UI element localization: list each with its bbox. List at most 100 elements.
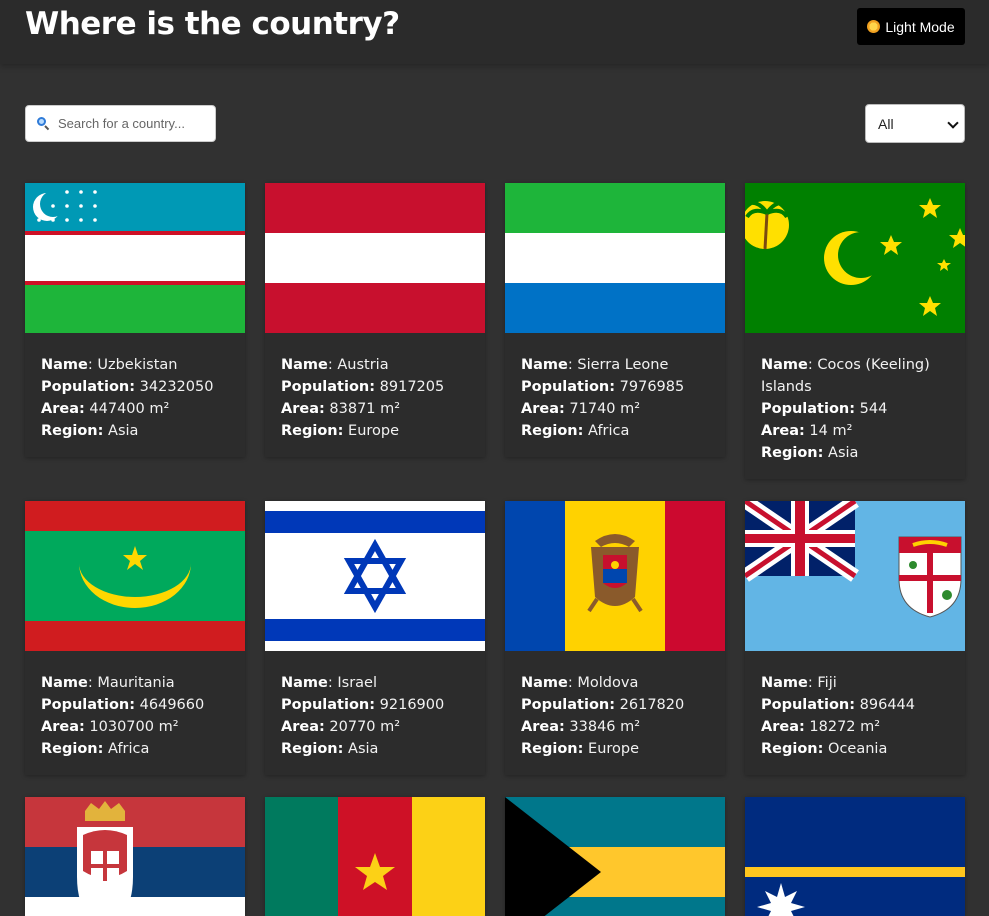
uzbekistan-flag-icon [25,183,245,333]
country-area: 33846 m² [569,719,641,735]
country-population: 896444 [859,697,915,713]
country-region: Asia [348,741,379,757]
country-card[interactable] [745,797,965,916]
area-label: Area: [41,719,85,735]
country-population: 4649660 [139,697,205,713]
region-label: Region: [761,741,824,757]
name-label: Name [761,675,808,691]
population-label: Population: [41,379,136,395]
search-icon [37,117,50,130]
region-label: Region: [761,445,824,461]
country-info: Name: Mauritania Population: 4649660 Are… [41,675,205,757]
country-name: Uzbekistan [97,357,178,373]
region-filter-value: All [878,115,894,132]
country-area: 18272 m² [809,719,881,735]
mauritania-flag-icon [25,501,245,651]
population-label: Population: [41,697,136,713]
name-label: Name [281,675,328,691]
country-population: 7976985 [619,379,685,395]
country-region: Africa [588,423,630,439]
country-card[interactable]: Name: Israel Population: 9216900 Area: 2… [265,501,485,775]
country-area: 71740 m² [569,401,641,417]
country-info: Name: Fiji Population: 896444 Area: 1827… [761,675,915,757]
country-area: 83871 m² [329,401,401,417]
region-label: Region: [281,423,344,439]
country-info: Name: Moldova Population: 2617820 Area: … [521,675,685,757]
country-region: Europe [588,741,640,757]
region-label: Region: [281,741,344,757]
country-info: Name: Uzbekistan Population: 34232050 Ar… [41,357,214,439]
country-name: Austria [337,357,389,373]
moldova-flag-icon [505,501,725,651]
country-area: 14 m² [809,423,853,439]
population-label: Population: [761,697,856,713]
name-label: Name [521,357,568,373]
country-card[interactable]: Name: Sierra Leone Population: 7976985 A… [505,183,725,457]
country-info: Name: Sierra Leone Population: 7976985 A… [521,357,685,439]
sun-icon [867,20,881,33]
area-label: Area: [521,719,565,735]
country-card[interactable] [265,797,485,916]
area-label: Area: [41,401,85,417]
country-area: 447400 m² [89,401,170,417]
region-filter-select[interactable]: All [865,104,965,143]
population-label: Population: [761,401,856,417]
area-label: Area: [281,719,325,735]
cameroon-flag-icon [265,797,485,916]
region-label: Region: [41,741,104,757]
israel-flag-icon [265,501,485,651]
nauru-flag-icon [745,797,965,916]
app-header: Where is the country? Light Mode [0,0,989,64]
country-card[interactable]: Name: Fiji Population: 896444 Area: 1827… [745,501,965,775]
country-region: Europe [348,423,400,439]
region-label: Region: [41,423,104,439]
country-card[interactable]: Name: Moldova Population: 2617820 Area: … [505,501,725,775]
region-label: Region: [521,741,584,757]
country-name: Moldova [577,675,639,691]
austria-flag-icon [265,183,485,333]
area-label: Area: [281,401,325,417]
country-population: 544 [859,401,888,417]
search-box[interactable] [25,105,216,142]
country-region: Oceania [828,741,888,757]
fiji-flag-icon [745,501,965,651]
population-label: Population: [521,697,616,713]
country-info: Name: Cocos (Keeling) Islands Population… [761,357,930,461]
country-region: Asia [108,423,139,439]
serbia-flag-icon [25,797,245,916]
country-region: Asia [828,445,859,461]
cocos-keeling-islands-flag-icon [745,183,965,333]
population-label: Population: [281,697,376,713]
name-label: Name [41,675,88,691]
country-card[interactable]: Name: Austria Population: 8917205 Area: … [265,183,485,457]
country-card[interactable]: Name: Cocos (Keeling) Islands Population… [745,183,965,479]
country-name: Fiji [817,675,837,691]
area-label: Area: [521,401,565,417]
country-area: 1030700 m² [89,719,179,735]
country-population: 34232050 [139,379,214,395]
country-card[interactable]: Name: Mauritania Population: 4649660 Are… [25,501,245,775]
population-label: Population: [281,379,376,395]
country-population: 9216900 [379,697,445,713]
country-card[interactable] [25,797,245,916]
country-card[interactable] [505,797,725,916]
country-name: Sierra Leone [577,357,669,373]
area-label: Area: [761,719,805,735]
area-label: Area: [761,423,805,439]
country-info: Name: Israel Population: 9216900 Area: 2… [281,675,445,757]
country-info: Name: Austria Population: 8917205 Area: … [281,357,445,439]
name-label: Name [761,357,808,373]
light-mode-label: Light Mode [885,18,955,35]
name-label: Name [521,675,568,691]
country-region: Africa [108,741,150,757]
light-mode-button[interactable]: Light Mode [857,8,965,45]
country-population: 8917205 [379,379,445,395]
page-title: Where is the country? [25,6,400,42]
region-label: Region: [521,423,584,439]
country-population: 2617820 [619,697,685,713]
country-area: 20770 m² [329,719,401,735]
country-card[interactable]: Name: Uzbekistan Population: 34232050 Ar… [25,183,245,457]
bahamas-flag-icon [505,797,725,916]
country-name: Mauritania [97,675,175,691]
search-input[interactable] [58,116,208,131]
